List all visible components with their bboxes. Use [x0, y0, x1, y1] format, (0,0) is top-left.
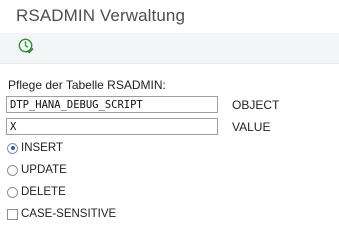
radio-unchecked-icon[interactable]: [7, 186, 18, 198]
value-label: VALUE: [232, 120, 271, 134]
radio-delete[interactable]: DELETE: [7, 186, 66, 198]
execute-clock-check-icon: [17, 37, 35, 60]
object-input[interactable]: DTP_HANA_DEBUG_SCRIPT: [6, 96, 218, 113]
radio-update-label: UPDATE: [21, 164, 67, 176]
radio-checked-icon[interactable]: [7, 142, 18, 154]
execute-button[interactable]: [15, 37, 37, 59]
toolbar: [0, 33, 339, 64]
checkbox-unchecked-icon[interactable]: [7, 208, 18, 220]
section-label: Pflege der Tabelle RSADMIN:: [8, 78, 166, 92]
case-sensitive-checkbox[interactable]: CASE-SENSITIVE: [7, 208, 116, 220]
radio-insert-label: INSERT: [21, 142, 63, 154]
window-title: RSADMIN Verwaltung: [16, 6, 186, 25]
radio-update[interactable]: UPDATE: [7, 164, 67, 176]
radio-delete-label: DELETE: [21, 186, 66, 198]
radio-insert[interactable]: INSERT: [7, 142, 63, 154]
case-sensitive-label: CASE-SENSITIVE: [21, 208, 117, 220]
object-label: OBJECT: [232, 98, 280, 112]
value-input[interactable]: X: [6, 118, 218, 135]
title-bar: RSADMIN Verwaltung: [0, 0, 339, 33]
radio-unchecked-icon[interactable]: [7, 164, 18, 176]
